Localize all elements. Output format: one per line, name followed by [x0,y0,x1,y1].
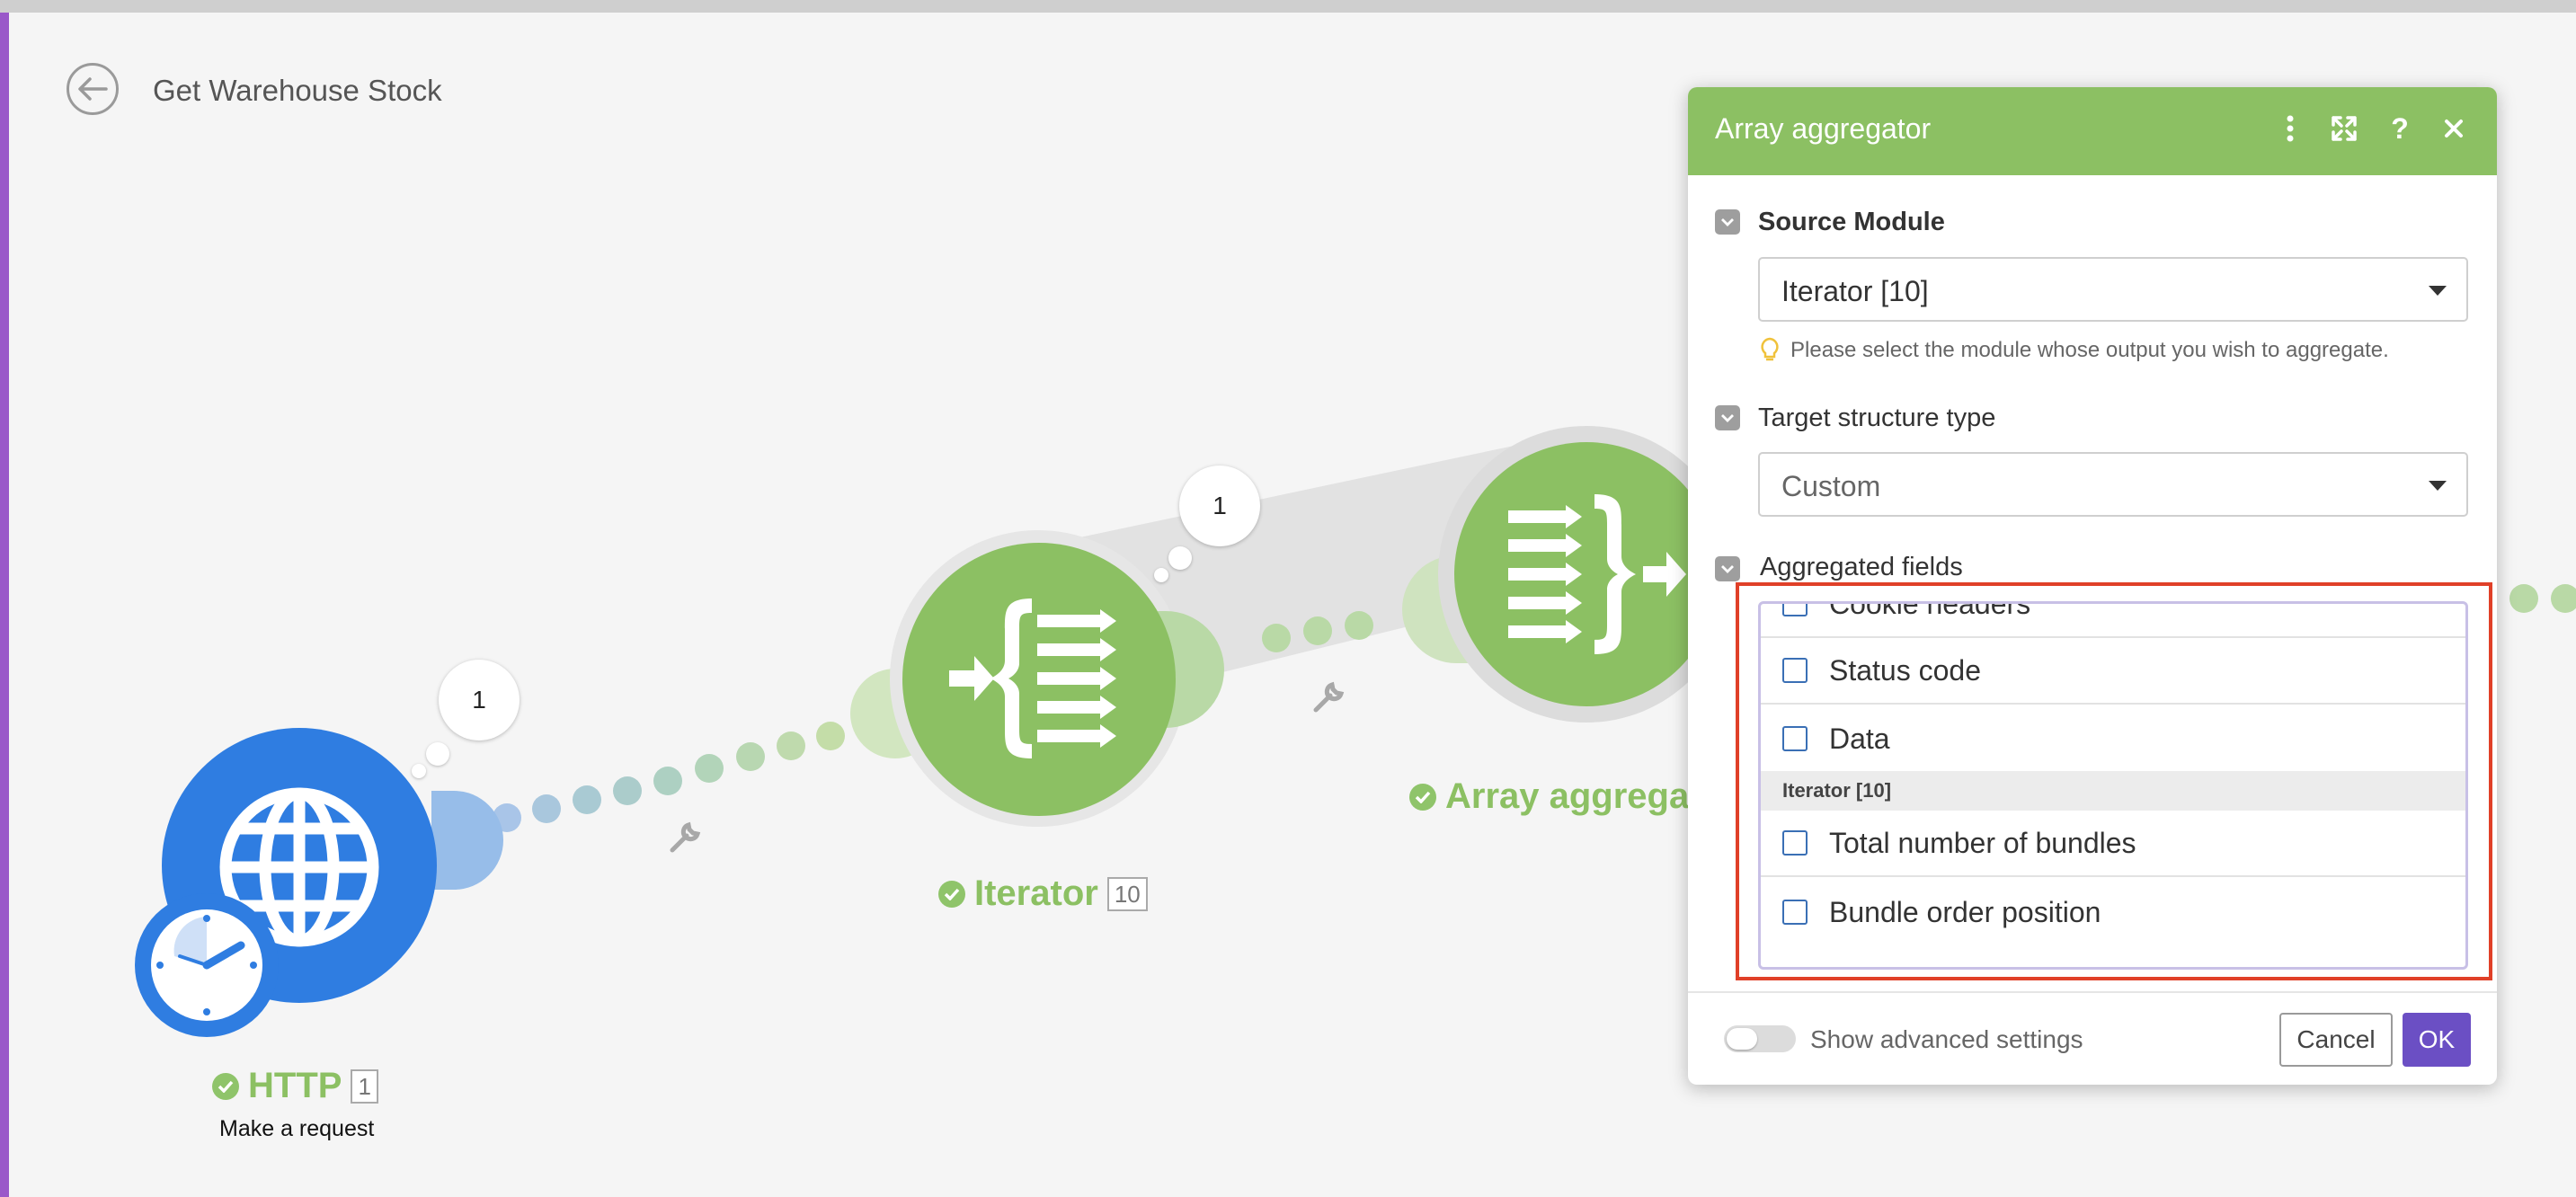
http-label: HTTP 1 [212,1066,378,1106]
iterator-module[interactable] [890,530,1249,836]
array-aggregator-icon [1508,494,1686,654]
http-badge: 1 [351,1068,378,1104]
clock-icon [151,909,262,1021]
arrow-left-icon [78,77,108,101]
highlight-box [1736,582,2492,980]
back-button[interactable] [67,63,119,115]
close-icon[interactable] [2436,111,2472,146]
http-name: HTTP [248,1066,342,1105]
panel-header: Array aggregator ? [1688,87,2497,175]
chevron-down-icon [1721,218,1734,226]
source-module-select[interactable]: Iterator [10] [1758,257,2468,322]
iterator-icon [949,598,1116,758]
caret-down-icon [2429,481,2447,491]
advanced-settings-label: Show advanced settings [1810,1025,2083,1053]
cancel-button[interactable]: Cancel [2279,1013,2393,1067]
route-dot [573,785,601,814]
source-module-hint: Please select the module whose output yo… [1760,337,2389,364]
target-structure-label: Target structure type [1758,403,1996,432]
operations-bubble[interactable]: 1 [439,660,520,740]
check-icon [212,1072,239,1100]
target-structure-select[interactable]: Custom [1758,452,2468,517]
route-dot [653,767,682,795]
iterator-label: Iterator 10 [938,873,1148,914]
http-subtitle: Make a request [219,1116,375,1141]
target-structure-collapse[interactable] [1715,405,1740,430]
route-dot [777,732,805,760]
aggregator-label: Array aggrega [1409,776,1689,817]
chevron-down-icon [1721,565,1734,573]
route-dot [1345,611,1373,640]
route-dot [816,722,845,750]
check-icon [1409,783,1436,811]
http-module[interactable] [135,728,503,1042]
bubble-dot [1154,568,1168,582]
expand-icon[interactable] [2326,111,2362,146]
aggregator-module[interactable] [1402,426,1735,732]
aggregated-fields-collapse[interactable] [1715,556,1740,581]
chevron-down-icon [1721,414,1734,422]
source-module-label: Source Module [1758,208,1945,236]
route-dot [695,754,724,783]
route-dot [736,742,765,771]
bubble-dot [1168,546,1192,570]
route-dot [2551,584,2576,613]
operations-bubble[interactable]: 1 [1179,466,1260,546]
lightbulb-icon [1761,337,1779,361]
route-dot [1262,624,1291,652]
aggregated-fields-label: Aggregated fields [1760,553,1963,581]
caret-down-icon [2429,286,2447,296]
wrench-icon[interactable] [667,818,705,856]
iterator-badge: 10 [1106,876,1148,911]
panel-title: Array aggregator [1715,112,1932,145]
wrench-icon[interactable] [1310,678,1348,715]
scenario-title: Get Warehouse Stock [153,74,442,107]
iterator-name: Iterator [974,873,1098,913]
route-dot [613,776,642,805]
route-dot [1303,616,1332,645]
bubble-dot [426,742,449,766]
panel-footer: Show advanced settings Cancel OK [1688,991,2497,1085]
help-icon[interactable]: ? [2382,111,2418,146]
source-module-value: Iterator [10] [1781,275,1929,307]
route-dot [2509,584,2538,613]
check-icon [938,880,965,908]
toggle-knob [1727,1028,1757,1050]
source-module-collapse[interactable] [1715,209,1740,235]
target-structure-value: Custom [1781,470,1881,502]
ok-button[interactable]: OK [2403,1013,2471,1067]
more-vertical-icon[interactable] [2272,111,2308,146]
bubble-dot [412,764,426,778]
hint-text: Please select the module whose output yo… [1790,338,2389,362]
aggregator-name: Array aggrega [1445,776,1690,816]
route-dot [532,794,561,823]
advanced-settings-toggle[interactable] [1724,1025,1796,1052]
